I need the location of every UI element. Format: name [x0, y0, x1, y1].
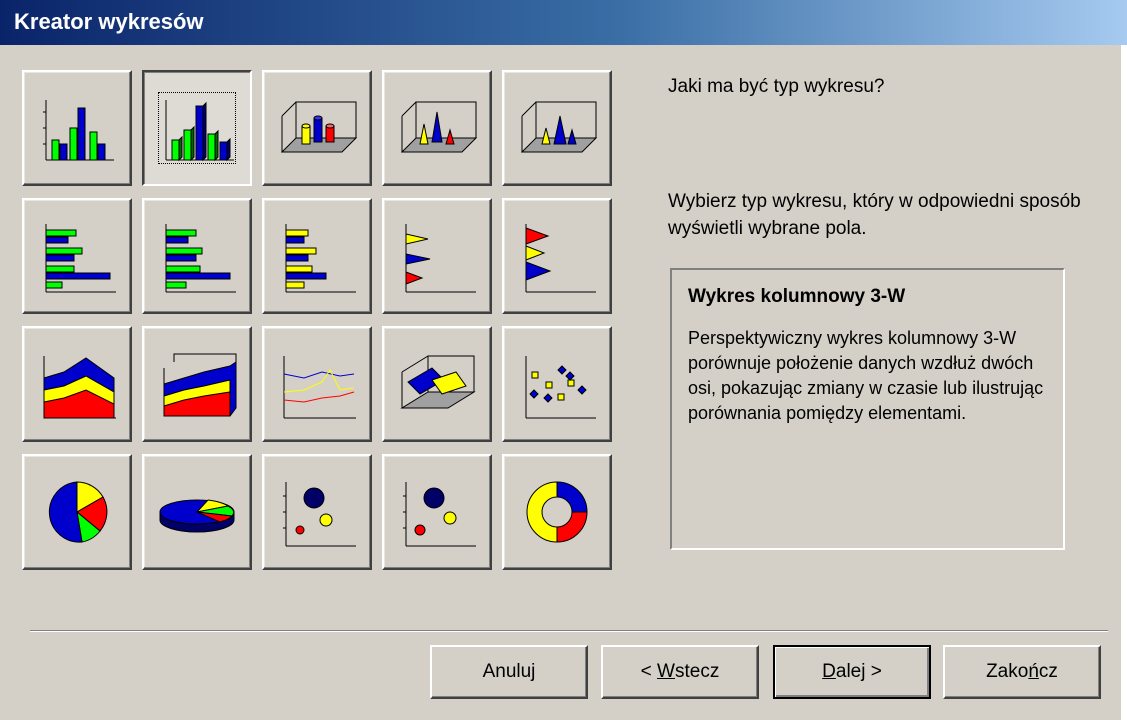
chart-type-area-3d[interactable]: [142, 326, 252, 442]
chart-type-line-2d[interactable]: [262, 326, 372, 442]
pie-2d-icon: [48, 481, 108, 543]
chart-type-pyramid-3d[interactable]: [502, 70, 612, 186]
chart-type-pie-3d[interactable]: [142, 454, 252, 570]
pyramid-bar-icon: [525, 224, 596, 293]
chart-type-question: Jaki ma być typ wykresu?: [668, 76, 885, 97]
cylinder-3d-icon: [280, 101, 358, 153]
finish-label-start: Zako: [986, 661, 1029, 682]
chart-type-bar-2d[interactable]: [22, 198, 132, 314]
chart-type-cylinder-bar[interactable]: [262, 198, 372, 314]
chart-type-surface-3d[interactable]: [382, 326, 492, 442]
window-edge: [1121, 45, 1127, 720]
chart-type-bubble-3d[interactable]: [382, 454, 492, 570]
bubble-icon: [283, 482, 356, 547]
back-label-rest: stecz: [674, 661, 720, 682]
cone-3d-icon: [400, 101, 478, 153]
pyramid-3d-icon: [520, 101, 598, 153]
chart-type-pie-2d[interactable]: [22, 454, 132, 570]
area-2d-icon: [43, 356, 116, 419]
finish-label-end: cz: [1038, 661, 1058, 682]
doughnut-icon: [526, 481, 588, 543]
finish-label-mnemonic: ń: [1028, 661, 1039, 682]
bar-3d-icon: [165, 224, 236, 293]
chart-type-cylinder-3d[interactable]: [262, 70, 372, 186]
line-2d-icon: [283, 356, 356, 419]
chart-type-bubble[interactable]: [262, 454, 372, 570]
focus-indicator: [158, 92, 236, 164]
area-3d-icon: [163, 353, 237, 417]
scatter-icon: [525, 356, 596, 419]
chart-wizard-window: Kreator wykresów Jaki ma być typ wykresu…: [0, 0, 1127, 720]
finish-button[interactable]: Zakończ: [943, 645, 1101, 699]
cancel-button[interactable]: Anuluj: [430, 645, 588, 699]
cylinder-bar-icon: [285, 224, 356, 293]
chart-type-scatter[interactable]: [502, 326, 612, 442]
chart-type-area-2d[interactable]: [22, 326, 132, 442]
next-button[interactable]: Dalej >: [773, 645, 931, 699]
chart-type-cone-3d[interactable]: [382, 70, 492, 186]
chart-type-column-2d[interactable]: [22, 70, 132, 186]
window-title: Kreator wykresów: [14, 9, 204, 34]
description-panel: Wykres kolumnowy 3-W Perspektywiczny wyk…: [670, 268, 1065, 550]
bubble-3d-icon: [403, 482, 476, 547]
chart-type-cone-bar[interactable]: [382, 198, 492, 314]
next-label-mnemonic: D: [822, 661, 836, 682]
cancel-label: Anuluj: [482, 661, 536, 682]
chart-type-pyramid-bar[interactable]: [502, 198, 612, 314]
next-label-rest: alej >: [835, 661, 882, 682]
instruction-text: Wybierz typ wykresu, który w odpowiedni …: [668, 191, 1081, 239]
description-body: Perspektywiczny wykres kolumnowy 3-W por…: [688, 328, 1044, 423]
surface-3d-icon: [400, 355, 476, 409]
back-button[interactable]: < Wstecz: [601, 645, 759, 699]
chart-type-doughnut[interactable]: [502, 454, 612, 570]
description-title: Wykres kolumnowy 3-W: [688, 286, 906, 307]
cone-bar-icon: [405, 224, 476, 293]
pie-3d-icon: [159, 499, 235, 533]
title-bar[interactable]: Kreator wykresów: [0, 0, 1127, 45]
back-label-mnemonic: W: [657, 661, 675, 682]
back-label-prefix: <: [640, 661, 658, 682]
button-separator: [30, 630, 1108, 632]
column-2d-icon: [43, 100, 114, 161]
bar-2d-icon: [45, 224, 116, 293]
chart-type-column-3d[interactable]: [142, 70, 252, 186]
chart-type-bar-3d[interactable]: [142, 198, 252, 314]
